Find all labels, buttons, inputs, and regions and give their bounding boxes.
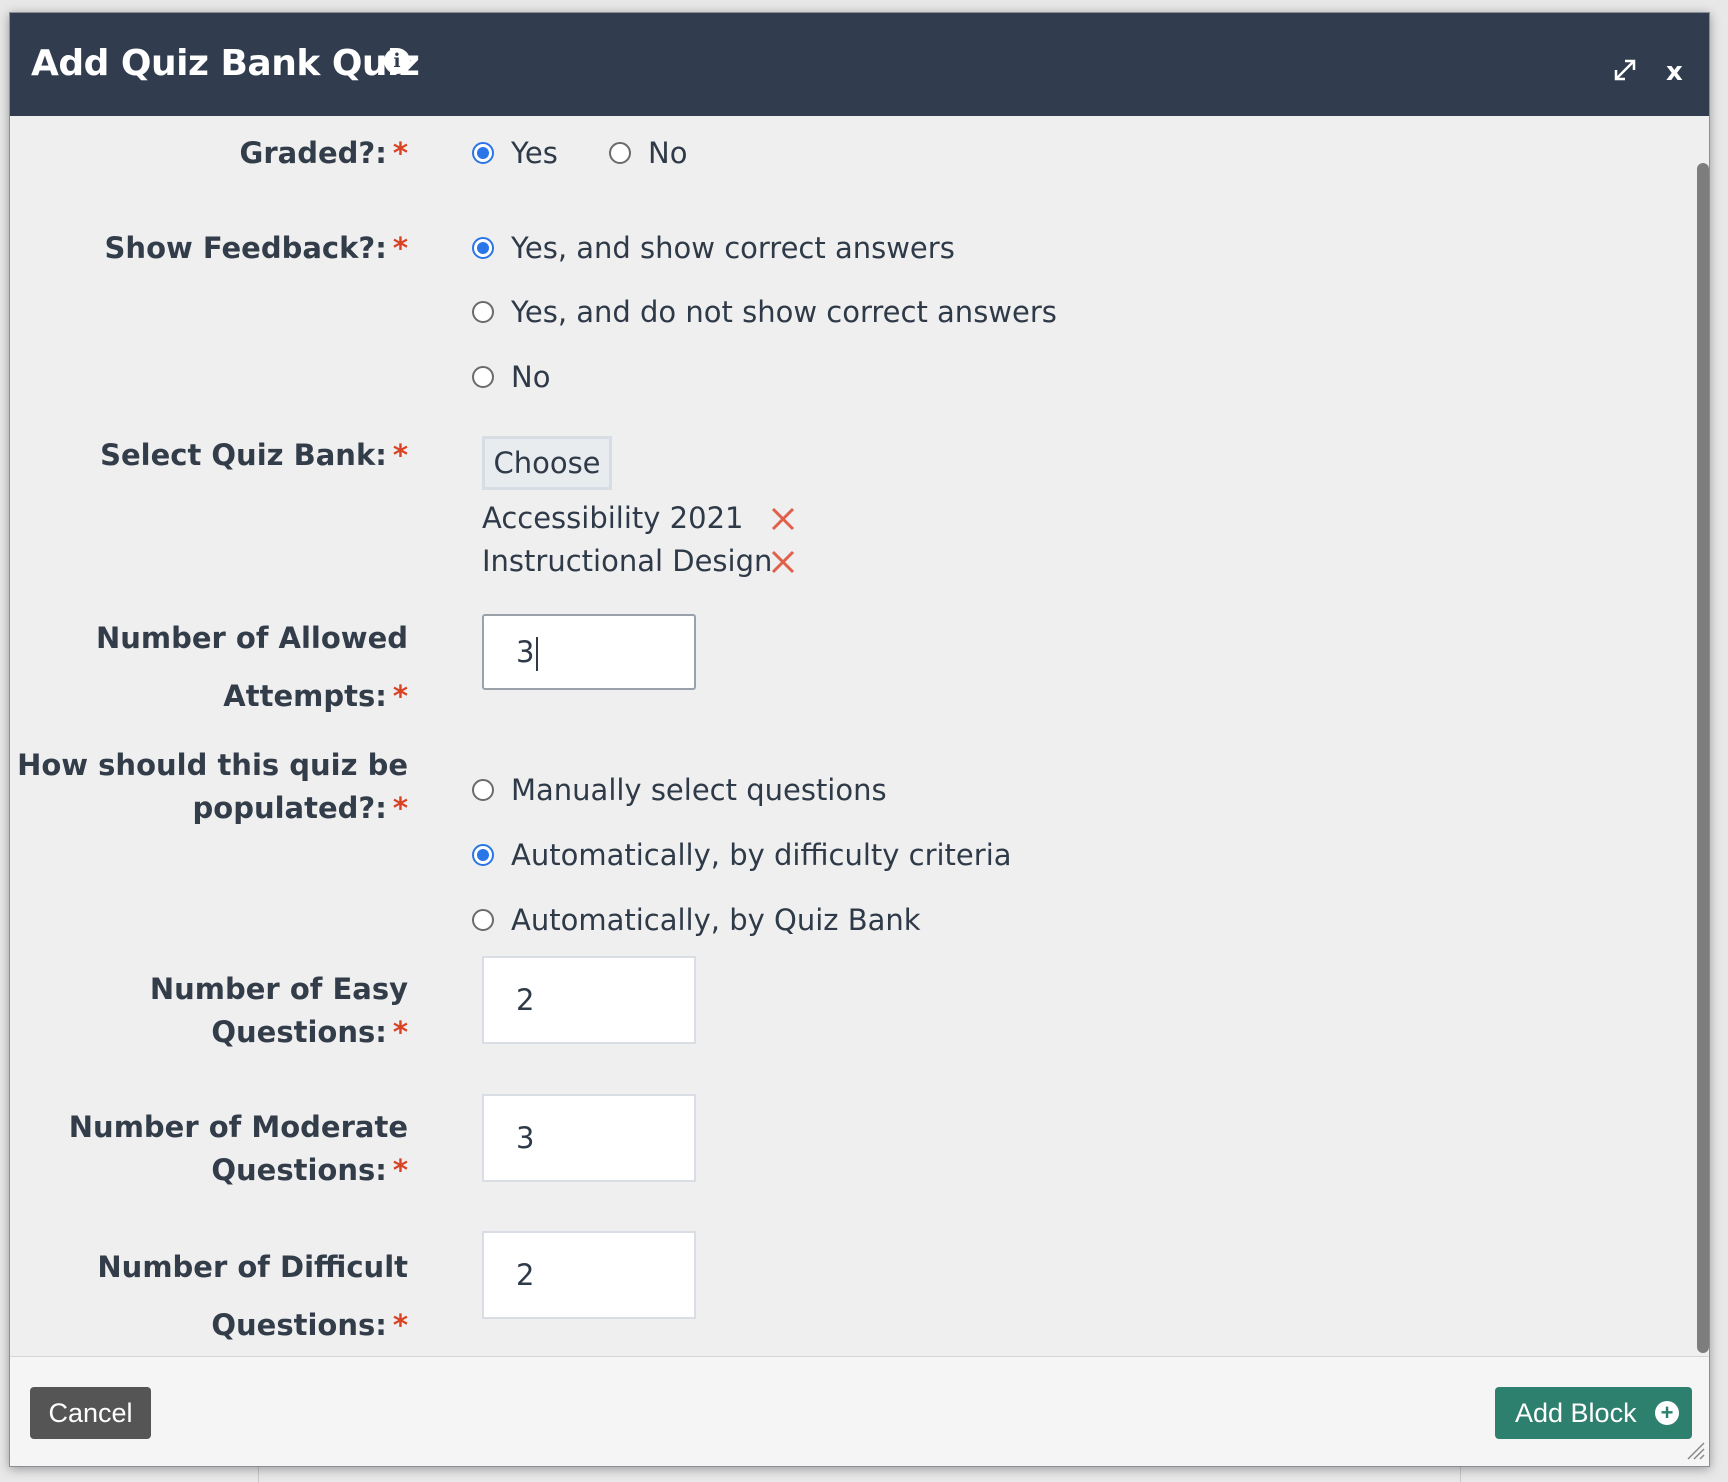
feedback-option-hide-answers[interactable]: Yes, and do not show correct answers — [472, 295, 1057, 329]
input-value: 3 — [516, 635, 535, 669]
dialog-title: Add Quiz Bank Quiz — [31, 43, 420, 84]
label-line: Number of Moderate — [68, 1110, 408, 1144]
populate-option-manual[interactable]: Manually select questions — [472, 773, 887, 807]
dialog-titlebar: Add Quiz Bank Quiz i x — [10, 13, 1709, 116]
easy-questions-input[interactable]: 2 — [482, 956, 696, 1044]
radio-label: Yes, and do not show correct answers — [511, 295, 1057, 329]
label-line: Number of Easy — [149, 972, 408, 1006]
label-line: populated?: — [192, 791, 387, 825]
radio-button[interactable] — [472, 366, 494, 388]
populate-option-quiz-bank[interactable]: Automatically, by Quiz Bank — [472, 903, 921, 937]
label-line: Questions: — [211, 1308, 387, 1342]
radio-label: Manually select questions — [511, 773, 887, 807]
populate-option-difficulty[interactable]: Automatically, by difficulty criteria — [472, 838, 1012, 872]
radio-label: Yes, and show correct answers — [511, 231, 955, 265]
graded-label: Graded?: * — [239, 136, 408, 170]
required-marker: * — [392, 1308, 408, 1342]
add-block-label: Add Block — [1515, 1398, 1637, 1428]
required-marker: * — [392, 1153, 408, 1187]
populate-method-label: How should this quiz be populated?: * — [17, 744, 408, 830]
add-quiz-bank-quiz-dialog: Add Quiz Bank Quiz i x Graded?: * Yes No … — [9, 12, 1710, 1467]
difficult-questions-input[interactable]: 2 — [482, 1231, 696, 1319]
radio-label: Yes — [511, 136, 558, 170]
radio-label: No — [511, 360, 551, 394]
allowed-attempts-input[interactable]: 3 — [482, 614, 696, 690]
add-block-button[interactable]: Add Block + — [1495, 1387, 1692, 1439]
label-line: Number of Difficult — [97, 1250, 408, 1284]
feedback-option-show-answers[interactable]: Yes, and show correct answers — [472, 231, 955, 265]
moderate-questions-label: Number of Moderate Questions: * — [69, 1106, 408, 1192]
radio-label: Automatically, by difficulty criteria — [511, 838, 1012, 872]
dialog-footer: Cancel Add Block + — [10, 1356, 1709, 1466]
allowed-attempts-label: Number of Allowed Attempts: * — [96, 609, 408, 725]
required-marker: * — [392, 791, 408, 825]
radio-button[interactable] — [472, 844, 494, 866]
label-line: Questions: — [211, 1015, 387, 1049]
required-marker: * — [392, 136, 408, 170]
label-line: Number of Allowed — [95, 621, 408, 655]
radio-button[interactable] — [472, 142, 494, 164]
required-marker: * — [392, 1015, 408, 1049]
radio-button[interactable] — [609, 142, 631, 164]
radio-button[interactable] — [472, 909, 494, 931]
moderate-questions-input[interactable]: 3 — [482, 1094, 696, 1182]
scrollbar[interactable] — [1697, 163, 1709, 1353]
radio-button[interactable] — [472, 301, 494, 323]
feedback-option-no[interactable]: No — [472, 360, 550, 394]
dialog-body: Graded?: * Yes No Show Feedback?: * Yes, a… — [10, 116, 1709, 1356]
selected-bank-item: Accessibility 2021 — [482, 501, 744, 535]
required-marker: * — [392, 438, 408, 472]
graded-option-no[interactable]: No — [609, 136, 687, 170]
select-quiz-bank-label: Select Quiz Bank: * — [100, 438, 408, 472]
show-feedback-label: Show Feedback?: * — [104, 231, 408, 265]
required-marker: * — [392, 679, 408, 713]
label-line: How should this quiz be — [17, 748, 408, 782]
radio-button[interactable] — [472, 779, 494, 801]
close-icon[interactable]: x — [1666, 57, 1683, 87]
easy-questions-label: Number of Easy Questions: * — [150, 968, 408, 1054]
plus-circle-icon: + — [1655, 1401, 1679, 1425]
graded-option-yes[interactable]: Yes — [472, 136, 558, 170]
label-line: Attempts: — [223, 679, 387, 713]
radio-button[interactable] — [472, 237, 494, 259]
expand-icon[interactable] — [1611, 56, 1639, 84]
cancel-button[interactable]: Cancel — [30, 1387, 151, 1439]
choose-quiz-bank-button[interactable]: Choose — [482, 436, 612, 490]
background-divider — [258, 1465, 259, 1482]
label-line: Questions: — [211, 1153, 387, 1187]
radio-label: No — [648, 136, 688, 170]
difficult-questions-label: Number of Difficult Questions: * — [97, 1238, 408, 1354]
remove-icon[interactable] — [770, 506, 796, 532]
text-caret — [536, 637, 539, 671]
required-marker: * — [392, 231, 408, 265]
remove-icon[interactable] — [770, 549, 796, 575]
resize-handle-icon[interactable] — [1684, 1439, 1706, 1461]
selected-bank-item: Instructional Design — [482, 544, 773, 578]
info-icon[interactable]: i — [384, 48, 410, 74]
radio-label: Automatically, by Quiz Bank — [511, 903, 921, 937]
background-divider — [1460, 1465, 1461, 1482]
